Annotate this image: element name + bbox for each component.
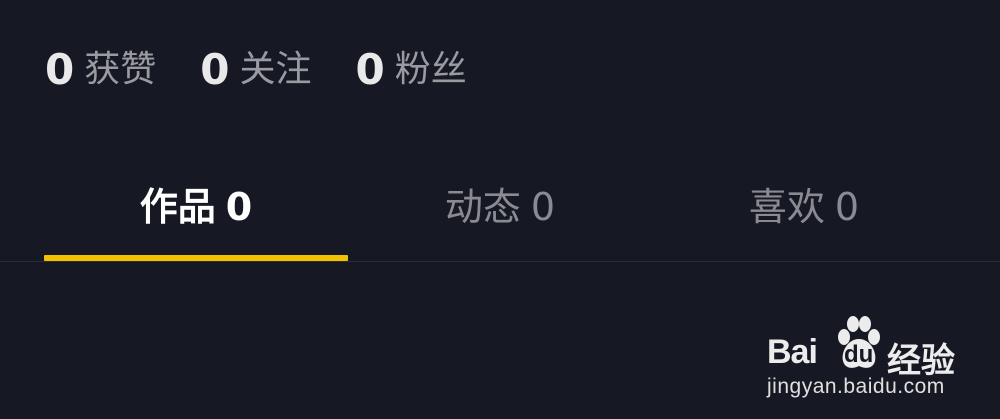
tab-dynamics[interactable]: 动态 0 — [348, 175, 652, 261]
tab-label: 作品 — [139, 185, 216, 229]
watermark-url: jingyan.baidu.com — [767, 375, 945, 398]
tab-works[interactable]: 作品 0 — [44, 175, 348, 261]
stat-following[interactable]: 0 关注 — [200, 49, 311, 91]
stat-followers[interactable]: 0 粉丝 — [356, 49, 467, 91]
stat-count: 0 — [45, 45, 75, 94]
tab-count: 0 — [225, 185, 253, 229]
stat-count: 0 — [355, 45, 385, 94]
stat-count: 0 — [200, 45, 230, 94]
tab-works-text: 作品 0 — [140, 183, 252, 231]
watermark-brand-left: Bai — [767, 333, 818, 371]
watermark-brand-paw: du — [844, 341, 874, 368]
tab-count: 0 — [834, 185, 860, 229]
stat-label: 粉丝 — [394, 49, 467, 90]
tab-dynamics-text: 动态 0 — [445, 183, 555, 231]
tab-likes[interactable]: 喜欢 0 — [652, 175, 956, 261]
baidu-jingyan-watermark: Bai du 经验 jingyan.baidu.com — [767, 315, 967, 405]
tab-likes-text: 喜欢 0 — [749, 183, 859, 231]
profile-tabs: 作品 0 动态 0 喜欢 0 — [0, 175, 1000, 261]
stat-likes-received[interactable]: 0 获赞 — [45, 49, 156, 91]
stat-label: 获赞 — [84, 49, 157, 90]
tab-label: 喜欢 — [748, 185, 825, 229]
tab-count: 0 — [530, 185, 556, 229]
tabs-divider — [0, 261, 1000, 262]
tab-label: 动态 — [444, 185, 521, 229]
profile-stats: 0 获赞 0 关注 0 粉丝 — [45, 42, 511, 98]
stat-label: 关注 — [239, 49, 312, 90]
watermark-logo: Bai du 经验 — [767, 315, 967, 381]
